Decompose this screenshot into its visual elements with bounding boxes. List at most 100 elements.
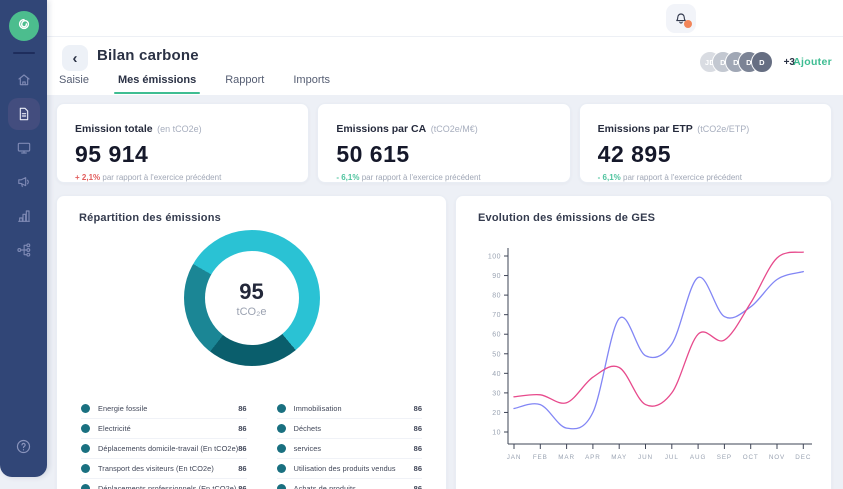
- legend-item: Electricité 86: [81, 419, 247, 439]
- y-tick-label: 20: [492, 410, 501, 417]
- y-tick-label: 10: [492, 430, 501, 437]
- sidebar: [0, 0, 47, 477]
- kpi-value: 42 895: [598, 141, 813, 168]
- kpi-delta-value: + 2,1%: [75, 173, 100, 182]
- sidebar-item-document[interactable]: [8, 98, 40, 130]
- legend-item: Déplacements professionnels (En tCO2e)86: [81, 479, 247, 489]
- legend-item: Energie fossile 86: [81, 399, 247, 419]
- legend-label: Transport des visiteurs (En tCO2e): [98, 464, 214, 473]
- avatar[interactable]: D: [751, 51, 773, 73]
- x-tick-label: FEB: [533, 454, 548, 461]
- spiral-logo-icon: [14, 14, 34, 39]
- tab-mes-missions[interactable]: Mes émissions: [116, 74, 198, 86]
- sidebar-nav: [8, 64, 40, 268]
- x-tick-label: MAY: [611, 454, 627, 461]
- line-card-title: Evolution des émissions de GES: [456, 196, 831, 224]
- legend-dot-icon: [81, 404, 90, 413]
- legend-value: 86: [238, 484, 246, 489]
- x-tick-label: JAN: [507, 454, 522, 461]
- legend-item: Utilisation des produits vendus86: [277, 459, 422, 479]
- legend-item: Transport des visiteurs (En tCO2e) 86: [81, 459, 247, 479]
- legend-value: 86: [238, 424, 246, 433]
- hierarchy-icon: [16, 242, 32, 258]
- legend-dot-icon: [81, 424, 90, 433]
- donut-center-unit: tCO₂e: [237, 306, 267, 318]
- kpi-value: 95 914: [75, 141, 290, 168]
- legend-item: Achats de produits86: [277, 479, 422, 489]
- x-tick-label: AUG: [690, 454, 706, 461]
- kpi-delta-suffix: par rapport à l'exercice précédent: [362, 173, 481, 182]
- sidebar-item-home[interactable]: [8, 64, 40, 96]
- kpi-title: Emissions par CA: [336, 123, 426, 135]
- kpi-delta: - 6,1% par rapport à l'exercice précéden…: [598, 173, 813, 182]
- tab-imports[interactable]: Imports: [291, 74, 332, 86]
- kpi-delta: - 6,1% par rapport à l'exercice précéden…: [336, 173, 551, 182]
- legend-label: Electricité: [98, 424, 131, 433]
- y-tick-label: 40: [492, 371, 501, 378]
- sidebar-item-bar-chart[interactable]: [8, 200, 40, 232]
- y-tick-label: 70: [492, 312, 501, 319]
- sidebar-divider: [13, 52, 35, 54]
- notifications-button[interactable]: [666, 4, 696, 33]
- donut-center: 95 tCO₂e: [205, 251, 299, 345]
- legend-value: 86: [414, 444, 422, 453]
- sidebar-item-monitor[interactable]: [8, 132, 40, 164]
- tab-rapport[interactable]: Rapport: [223, 74, 266, 86]
- home-icon: [16, 72, 32, 88]
- kpi-value: 50 615: [336, 141, 551, 168]
- notification-dot: [684, 20, 692, 28]
- page-header: ‹ Bilan carbone SaisieMes émissionsRappo…: [47, 37, 843, 95]
- x-tick-label: APR: [585, 454, 601, 461]
- back-button[interactable]: ‹: [62, 45, 88, 71]
- legend-value: 86: [414, 464, 422, 473]
- legend-value: 86: [238, 444, 246, 453]
- legend-value: 86: [414, 404, 422, 413]
- legend-dot-icon: [277, 464, 286, 473]
- sidebar-item-megaphone[interactable]: [8, 166, 40, 198]
- document-icon: [16, 106, 32, 122]
- kpi-unit: (en tCO2e): [155, 124, 202, 134]
- kpi-delta-suffix: par rapport à l'exercice précédent: [623, 173, 742, 182]
- donut-center-value: 95: [239, 279, 263, 305]
- app-logo[interactable]: [9, 11, 39, 41]
- tab-bar: Saisie Mes émissions Rapport Imports: [57, 74, 332, 86]
- add-member-button[interactable]: Ajouter: [793, 56, 832, 68]
- donut-card-title: Répartition des émissions: [57, 196, 446, 224]
- x-tick-label: SEP: [717, 454, 732, 461]
- legend-column-left: Energie fossile86Electricité86Déplacemen…: [81, 399, 247, 489]
- evolution-chart-wrap: 102030405060708090100JANFEBMARAPRMAYJUNJ…: [468, 236, 831, 479]
- x-tick-label: NOV: [769, 454, 785, 461]
- legend-value: 86: [414, 424, 422, 433]
- kpi-card-1: Emission totale (en tCO2e)95 914+ 2,1% p…: [56, 103, 309, 183]
- kpi-header: Emissions par CA (tCO2e/M€): [336, 119, 551, 137]
- y-tick-label: 90: [492, 273, 501, 280]
- help-button[interactable]: [10, 435, 38, 463]
- donut-legend: Energie fossile86Electricité86Déplacemen…: [81, 399, 422, 489]
- x-tick-label: JUN: [638, 454, 653, 461]
- legend-value: 86: [238, 464, 246, 473]
- kpi-card-2: Emissions par CA (tCO2e/M€) 50 615 - 6,1% …: [317, 103, 570, 183]
- kpi-unit: (tCO2e/M€): [428, 124, 478, 134]
- main-content: Emission totale (en tCO2e)95 914+ 2,1% p…: [47, 95, 843, 489]
- legend-dot-icon: [277, 484, 286, 489]
- axes: [508, 248, 812, 444]
- repartition-card: Répartition des émissions 95 tCO₂e Energ…: [56, 195, 447, 489]
- legend-item: Déchets86: [277, 419, 422, 439]
- donut-chart: 95 tCO₂e: [184, 230, 320, 366]
- legend-label: Déplacements domicile-travail (En tCO2e): [98, 444, 238, 453]
- legend-value: 86: [238, 404, 246, 413]
- y-tick-label: 30: [492, 390, 501, 397]
- kpi-header: Emissions par ETP (tCO2e/ETP): [598, 119, 813, 137]
- tab-saisie[interactable]: Saisie: [57, 74, 91, 86]
- sidebar-item-hierarchy[interactable]: [8, 234, 40, 266]
- topbar: [47, 0, 843, 37]
- legend-label: Energie fossile: [98, 404, 147, 413]
- legend-dot-icon: [81, 444, 90, 453]
- legend-dot-icon: [81, 464, 90, 473]
- chevron-left-icon: ‹: [73, 50, 78, 67]
- kpi-delta-value: - 6,1%: [598, 173, 621, 182]
- megaphone-icon: [16, 174, 32, 190]
- legend-dot-icon: [277, 444, 286, 453]
- legend-dot-icon: [277, 404, 286, 413]
- evolution-line-chart: 102030405060708090100JANFEBMARAPRMAYJUNJ…: [468, 236, 820, 474]
